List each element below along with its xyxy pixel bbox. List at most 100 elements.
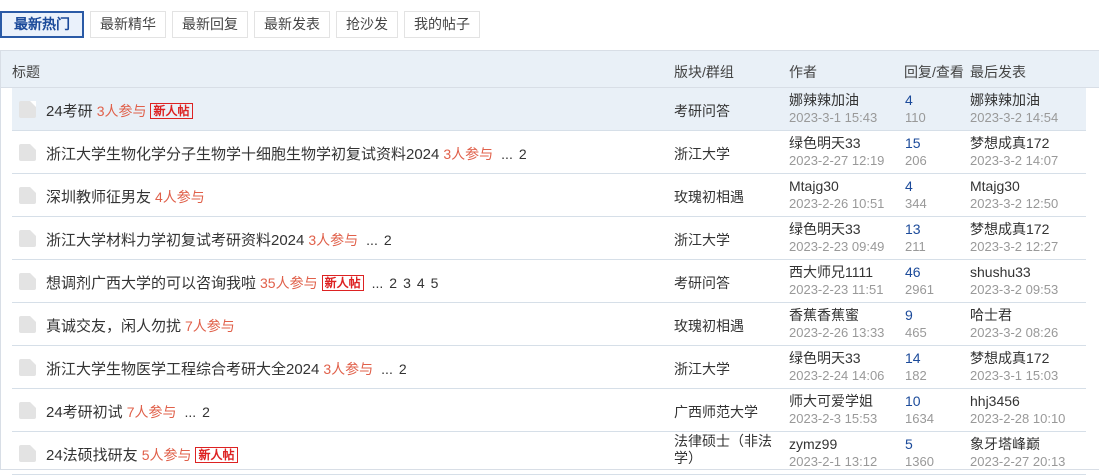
reply-count: 13: [905, 221, 921, 237]
thread-title[interactable]: 想调剂广西大学的可以咨询我啦: [46, 275, 256, 292]
last-poster[interactable]: 象牙塔峰巅: [970, 436, 1065, 453]
page-link[interactable]: 3: [403, 275, 411, 291]
page-link[interactable]: ...: [372, 275, 384, 291]
thread-title[interactable]: 浙江大学材料力学初复试考研资料2024: [46, 232, 304, 249]
thread-title[interactable]: 真诚交友，闲人勿扰: [46, 318, 181, 335]
table-row: 深圳教师征男友 4人参与 玫瑰初相遇 Mtajg30 2023-2-26 10:51 4 3…: [12, 174, 1086, 217]
forum-link[interactable]: 浙江大学: [674, 230, 784, 250]
last-post-time[interactable]: 2023-3-2 08:26: [970, 324, 1058, 341]
forum-link[interactable]: 法律硕士（非法学）: [674, 433, 784, 467]
view-count: 206: [905, 153, 927, 168]
last-poster[interactable]: 梦想成真172: [970, 135, 1058, 152]
last-poster[interactable]: 梦想成真172: [970, 221, 1058, 238]
reply-count: 14: [905, 350, 921, 366]
author-name[interactable]: 西大师兄1111: [789, 264, 883, 281]
view-count: 1634: [905, 411, 934, 426]
reply-count: 46: [905, 264, 921, 280]
page-link[interactable]: ...: [366, 232, 378, 248]
view-count: 2961: [905, 282, 934, 297]
document-icon: [19, 101, 36, 118]
header-forum: 版块/群组: [674, 64, 734, 80]
forum-link[interactable]: 玫瑰初相遇: [674, 316, 784, 336]
post-time: 2023-2-3 15:53: [789, 411, 878, 426]
author-name[interactable]: Mtajg30: [789, 178, 884, 195]
page-link[interactable]: 2: [389, 275, 397, 291]
view-count: 465: [905, 325, 927, 340]
document-icon: [19, 359, 36, 376]
page-link[interactable]: 2: [202, 404, 210, 420]
author-name[interactable]: 娜辣辣加油: [789, 92, 877, 109]
forum-link[interactable]: 浙江大学: [674, 144, 784, 164]
page-link[interactable]: 2: [519, 146, 527, 162]
last-post-time[interactable]: 2023-3-2 14:54: [970, 109, 1058, 126]
tab-latest-post[interactable]: 最新发表: [254, 11, 330, 38]
last-post-time[interactable]: 2023-3-2 14:07: [970, 152, 1058, 169]
participants-count: 3人参与: [323, 361, 374, 377]
last-poster[interactable]: 娜辣辣加油: [970, 92, 1058, 109]
page-link[interactable]: 2: [384, 232, 392, 248]
forum-link[interactable]: 广西师范大学: [674, 402, 784, 422]
last-poster[interactable]: shushu33: [970, 264, 1058, 281]
last-post-time[interactable]: 2023-3-2 12:50: [970, 195, 1058, 212]
post-time: 2023-2-27 12:19: [789, 153, 885, 168]
page-link[interactable]: 2: [399, 361, 407, 377]
author-name[interactable]: 绿色明天33: [789, 135, 884, 152]
author-name[interactable]: 绿色明天33: [789, 221, 884, 238]
forum-link[interactable]: 玫瑰初相遇: [674, 187, 784, 207]
last-poster[interactable]: Mtajg30: [970, 178, 1058, 195]
last-post-time[interactable]: 2023-2-27 20:13: [970, 453, 1065, 470]
author-name[interactable]: zymz99: [789, 436, 877, 453]
last-poster[interactable]: 哈士君: [970, 307, 1058, 324]
table-row: 24考研 3人参与 新人帖 考研问答 娜辣辣加油 2023-3-1 15:43 4 110 娜辣…: [12, 88, 1086, 131]
header-last: 最后发表: [970, 64, 1026, 80]
document-icon: [19, 230, 36, 247]
document-icon: [19, 273, 36, 290]
thread-title[interactable]: 浙江大学生物化学分子生物学十细胞生物学初复试资料2024: [46, 146, 439, 163]
table-row: 24法硕找研友 5人参与 新人帖 法律硕士（非法学） zymz99 2023-2-1 13…: [12, 432, 1086, 475]
tab-latest-reply[interactable]: 最新回复: [172, 11, 248, 38]
author-name[interactable]: 香蕉香蕉蜜: [789, 307, 884, 324]
table-row: 24考研初试 7人参与... 2 广西师范大学 师大可爱学姐 2023-2-3 15:53…: [12, 389, 1086, 432]
last-post-time[interactable]: 2023-2-28 10:10: [970, 410, 1065, 427]
last-post-time[interactable]: 2023-3-2 12:27: [970, 238, 1058, 255]
page-links: ... 2: [366, 232, 397, 248]
last-post-time[interactable]: 2023-3-2 09:53: [970, 281, 1058, 298]
thread-title[interactable]: 24法硕找研友: [46, 447, 138, 464]
participants-count: 7人参与: [185, 318, 235, 334]
tab-digest[interactable]: 最新精华: [90, 11, 166, 38]
author-name[interactable]: 绿色明天33: [789, 350, 884, 367]
document-icon: [19, 445, 36, 462]
thread-title[interactable]: 深圳教师征男友: [46, 189, 151, 206]
page-link[interactable]: ...: [381, 361, 393, 377]
post-time: 2023-2-26 13:33: [789, 325, 885, 340]
new-user-badge: 新人帖: [195, 447, 238, 463]
author-name[interactable]: 师大可爱学姐: [789, 393, 877, 410]
forum-link[interactable]: 考研问答: [674, 101, 784, 121]
header-title: 标题: [12, 64, 40, 80]
view-count: 344: [905, 196, 927, 211]
forum-link[interactable]: 考研问答: [674, 273, 784, 293]
new-user-badge: 新人帖: [321, 275, 364, 291]
document-icon: [19, 187, 36, 204]
thread-title[interactable]: 浙江大学生物医学工程综合考研大全2024: [46, 361, 319, 378]
tab-my-posts[interactable]: 我的帖子: [404, 11, 480, 38]
tab-bar: 最新热门 最新精华 最新回复 最新发表 抢沙发 我的帖子: [0, 11, 480, 38]
thread-title[interactable]: 24考研: [46, 103, 93, 120]
table-row: 浙江大学生物化学分子生物学十细胞生物学初复试资料2024 3人参与... 2 浙江大学…: [12, 131, 1086, 174]
last-poster[interactable]: 梦想成真172: [970, 350, 1058, 367]
forum-link[interactable]: 浙江大学: [674, 359, 784, 379]
page-link[interactable]: 4: [417, 275, 425, 291]
page-link[interactable]: 5: [431, 275, 439, 291]
thread-title[interactable]: 24考研初试: [46, 404, 123, 421]
tab-hot[interactable]: 最新热门: [0, 11, 84, 38]
page-link[interactable]: ...: [184, 404, 196, 420]
page-link[interactable]: ...: [501, 146, 513, 162]
view-count: 182: [905, 368, 927, 383]
table-row: 真诚交友，闲人勿扰 7人参与 玫瑰初相遇 香蕉香蕉蜜 2023-2-26 13:33 9 4…: [12, 303, 1086, 346]
header-author: 作者: [789, 64, 817, 80]
view-count: 1360: [905, 454, 934, 469]
tab-sofa[interactable]: 抢沙发: [336, 11, 398, 38]
participants-count: 3人参与: [96, 103, 147, 119]
last-post-time[interactable]: 2023-3-1 15:03: [970, 367, 1058, 384]
last-poster[interactable]: hhj3456: [970, 393, 1065, 410]
